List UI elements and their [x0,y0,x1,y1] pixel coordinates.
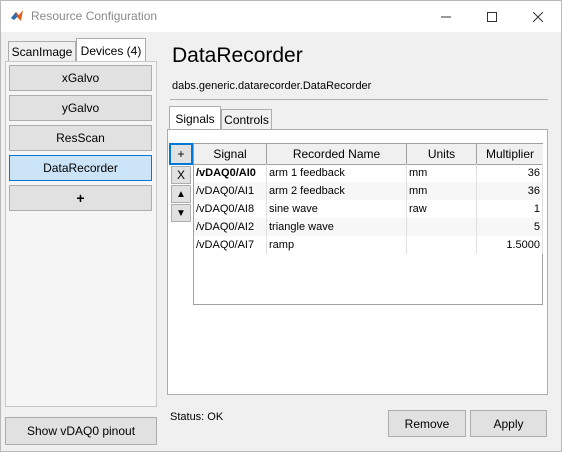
cell-recorded-name[interactable]: arm 2 feedback [267,182,407,200]
apply-button[interactable]: Apply [470,410,547,437]
matlab-app-icon [10,9,24,23]
cell-multiplier[interactable]: 5 [477,218,543,236]
table-header: Signal Recorded Name Units Multiplier [194,144,543,165]
cell-signal[interactable]: /vDAQ0/AI0 [194,164,267,182]
add-signal-button[interactable]: + [169,143,193,165]
table-row[interactable]: /vDAQ0/AI7 ramp 1.5000 [194,236,543,254]
cell-multiplier[interactable]: 36 [477,164,543,182]
cell-signal[interactable]: /vDAQ0/AI1 [194,182,267,200]
title-bar: Resource Configuration [1,1,561,32]
device-ygalvo-button[interactable]: yGalvo [9,95,152,121]
cell-recorded-name[interactable]: triangle wave [267,218,407,236]
device-xgalvo-button[interactable]: xGalvo [9,65,152,91]
tab-controls[interactable]: Controls [221,109,272,130]
cell-units[interactable] [407,218,477,236]
column-header-recorded-name[interactable]: Recorded Name [267,144,407,164]
tab-scanimage[interactable]: ScanImage [8,41,76,62]
column-header-signal[interactable]: Signal [194,144,267,164]
remove-button[interactable]: Remove [388,410,466,437]
cell-signal[interactable]: /vDAQ0/AI8 [194,200,267,218]
column-header-units[interactable]: Units [407,144,477,164]
device-resscan-button[interactable]: ResScan [9,125,152,151]
cell-units[interactable]: mm [407,182,477,200]
move-down-button[interactable]: ▼ [171,204,191,222]
cell-units[interactable]: mm [407,164,477,182]
table-row[interactable]: /vDAQ0/AI0 arm 1 feedback mm 36 [194,164,543,182]
show-pinout-button[interactable]: Show vDAQ0 pinout [5,417,157,445]
cell-multiplier[interactable]: 36 [477,182,543,200]
divider [170,99,548,100]
device-datarecorder-button[interactable]: DataRecorder [9,155,152,181]
minimize-icon[interactable] [423,1,469,32]
cell-signal[interactable]: /vDAQ0/AI2 [194,218,267,236]
tab-devices[interactable]: Devices (4) [76,38,146,62]
remove-signal-button[interactable]: X [171,166,191,184]
column-header-multiplier[interactable]: Multiplier [477,144,543,164]
move-up-button[interactable]: ▲ [171,185,191,203]
table-row[interactable]: /vDAQ0/AI2 triangle wave 5 [194,218,543,236]
cell-signal[interactable]: /vDAQ0/AI7 [194,236,267,254]
cell-recorded-name[interactable]: sine wave [267,200,407,218]
cell-units[interactable]: raw [407,200,477,218]
signals-table[interactable]: Signal Recorded Name Units Multiplier /v… [193,143,543,305]
window-title: Resource Configuration [31,9,158,23]
maximize-icon[interactable] [469,1,515,32]
table-row[interactable]: /vDAQ0/AI1 arm 2 feedback mm 36 [194,182,543,200]
tab-signals[interactable]: Signals [169,106,221,130]
device-class-name: dabs.generic.datarecorder.DataRecorder [172,80,372,92]
cell-multiplier[interactable]: 1 [477,200,543,218]
cell-multiplier[interactable]: 1.5000 [477,236,543,254]
cell-units[interactable] [407,236,477,254]
cell-recorded-name[interactable]: ramp [267,236,407,254]
status-text: Status: OK [170,411,224,423]
table-row[interactable]: /vDAQ0/AI8 sine wave raw 1 [194,200,543,218]
cell-recorded-name[interactable]: arm 1 feedback [267,164,407,182]
close-icon[interactable] [515,1,561,32]
device-title: DataRecorder [172,44,303,67]
add-device-button[interactable]: + [9,185,152,211]
